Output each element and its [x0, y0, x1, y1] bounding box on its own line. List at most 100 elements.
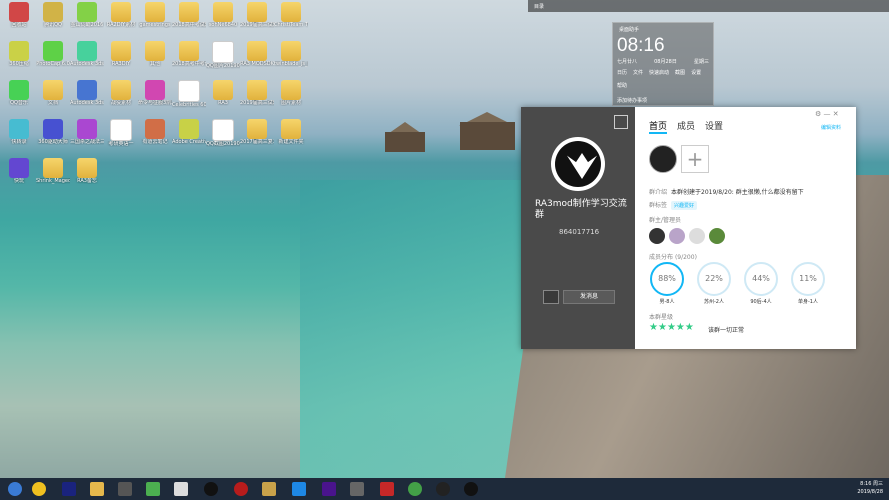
lunar-date: 七月廿八: [617, 59, 638, 65]
desktop-icon[interactable]: 2018高考中考试题研究: [172, 41, 206, 67]
desktop-icon[interactable]: 2017届高三复习研究: [240, 119, 274, 145]
tab-home[interactable]: 首页: [649, 119, 668, 134]
desktop-icon[interactable]: 图片素材: [274, 80, 308, 106]
tag-badge[interactable]: 兴趣爱好: [671, 201, 698, 210]
desktop-icon-label: 有道云笔记: [142, 139, 168, 145]
photoshop-icon[interactable]: [62, 482, 76, 496]
edit-profile-link[interactable]: 编辑资料: [821, 124, 841, 131]
desktop-icon[interactable]: 命令与征服3凯恩之怒: [138, 80, 172, 106]
desktop-icon[interactable]: 其他: [138, 41, 172, 67]
group-number: 864017716: [559, 228, 600, 236]
desktop-icon[interactable]: Autodesk 3ds Max建筑...: [70, 80, 104, 106]
desktop-icon[interactable]: 有道云笔记: [138, 119, 172, 145]
desktop-icon-label: 三国杀之战法三十人: [70, 139, 104, 145]
folder-icon: [43, 158, 63, 178]
taskbar-time: 8:16 周三: [860, 481, 883, 487]
browser-icon[interactable]: [32, 482, 46, 496]
widget-button-settings[interactable]: 设置: [691, 69, 701, 76]
app-icon[interactable]: [262, 482, 276, 496]
app-icon[interactable]: [174, 482, 188, 496]
topbar-label: 目录: [534, 4, 545, 10]
app-icon[interactable]: [408, 482, 422, 496]
tab-members[interactable]: 成员: [677, 119, 695, 134]
app-icon[interactable]: [380, 482, 394, 496]
app-icon[interactable]: [350, 482, 364, 496]
desktop-icon-label: 图片素材: [280, 100, 301, 106]
desktop-icon[interactable]: QQ图片20190815: [206, 41, 240, 69]
qq-icon[interactable]: [464, 482, 478, 496]
desktop-icon[interactable]: QQ音乐: [2, 80, 36, 106]
desktop-icon[interactable]: gamestrings: [138, 2, 172, 28]
app-icon[interactable]: [292, 482, 306, 496]
desktop-icon-label: QQ截图20190815: [206, 141, 240, 147]
desktop-icon[interactable]: Autodesk 3ds Max: [70, 41, 104, 67]
start-button[interactable]: [8, 482, 22, 496]
rating-note: 该群一切正常: [708, 327, 745, 334]
window-controls[interactable]: ⚙ — ✕: [815, 110, 839, 118]
group-photo[interactable]: [649, 145, 677, 173]
desktop-icon-label: 战役素材: [110, 100, 131, 106]
desktop-icon[interactable]: 2018高中考试题研究...: [172, 2, 206, 28]
terminal-icon[interactable]: [118, 482, 132, 496]
weekday: 星期三: [693, 59, 709, 65]
file-explorer-icon[interactable]: [90, 482, 104, 496]
premiere-icon[interactable]: [322, 482, 336, 496]
widget-button-calendar[interactable]: 日历: [617, 69, 627, 76]
tab-settings[interactable]: 设置: [705, 119, 723, 134]
folder-icon: [111, 41, 131, 61]
taskbar: 8:16 周三 2019/8/28: [0, 478, 889, 500]
desktop-icon[interactable]: 回收站: [2, 2, 36, 28]
avatar[interactable]: [709, 228, 725, 244]
group-avatar: [551, 137, 605, 191]
qq-icon[interactable]: [204, 482, 218, 496]
game-icon[interactable]: [234, 482, 248, 496]
desktop-icon[interactable]: 考研英语一: [104, 119, 138, 147]
desktop-icon[interactable]: 新建文件夹: [274, 119, 308, 145]
stat-age: 44% 90后-4人: [743, 262, 779, 305]
avatar[interactable]: [669, 228, 685, 244]
desktop-icon[interactable]: twinblade_js_beta: [274, 41, 308, 67]
desktop-icon[interactable]: sohNe6840: [206, 2, 240, 28]
share-icon[interactable]: [543, 290, 559, 304]
desktop-icon[interactable]: 快转录: [2, 119, 36, 145]
desktop-icon[interactable]: RA3 MODSDK: [240, 41, 274, 67]
desktop-icon[interactable]: 360压缩: [2, 41, 36, 67]
desktop-icon[interactable]: 2019届高三试题研究复习...: [240, 2, 274, 28]
desktop-icon[interactable]: RA3备忘: [70, 158, 104, 184]
stat-location: 22% 苏州-2人: [696, 262, 732, 305]
desktop-icon[interactable]: 战役素材: [104, 80, 138, 106]
desktop-icon[interactable]: QQ截图20190815: [206, 119, 240, 147]
qr-code-icon[interactable]: [614, 115, 628, 129]
add-photo-button[interactable]: +: [681, 145, 709, 173]
document-icon: [212, 41, 234, 63]
desktop-icon[interactable]: RA3DIY: [104, 41, 138, 67]
desktop-icon[interactable]: PhotoCap 6.0: [36, 41, 70, 67]
widget-button-help[interactable]: 帮助: [617, 82, 627, 89]
desktop-icon[interactable]: 2019届高三试题研究...: [240, 80, 274, 106]
desktop-icon[interactable]: 金山词霸2016: [70, 2, 104, 28]
app-icon[interactable]: [436, 482, 450, 496]
widget-add-todo[interactable]: 添加待办事项: [617, 97, 647, 104]
desktop-icon[interactable]: RA2DIY素材: [104, 2, 138, 28]
send-message-button[interactable]: 发消息: [563, 290, 615, 304]
desktop-icon[interactable]: Celebrities 6065529b: [172, 80, 206, 108]
taskbar-clock[interactable]: 8:16 周三 2019/8/28: [857, 480, 883, 496]
widget-button-quick-launch[interactable]: 快速启动: [649, 69, 669, 76]
desktop-icon[interactable]: 三国杀之战法三十人: [70, 119, 104, 145]
rating-label: 本群星级: [649, 314, 674, 321]
widget-button-file[interactable]: 文件: [633, 69, 643, 76]
folder-icon: [145, 41, 165, 61]
desktop-icon[interactable]: 文档: [36, 80, 70, 106]
avatar[interactable]: [689, 228, 705, 244]
desktop-icon[interactable]: 腾讯QQ: [36, 2, 70, 28]
avatar[interactable]: [649, 228, 665, 244]
widget-button-screenshot[interactable]: 截图: [675, 69, 685, 76]
desktop-icon[interactable]: 360驱动大师: [36, 119, 70, 145]
desktop-icon[interactable]: Shrink_Mageddon: [36, 158, 70, 184]
desktop-icon[interactable]: RA3: [206, 80, 240, 106]
folder-icon: [247, 41, 267, 61]
desktop-icon[interactable]: Adobe Creative Cloud: [172, 119, 206, 145]
iqiyi-icon[interactable]: [146, 482, 160, 496]
desktop-icon[interactable]: 快玩: [2, 158, 36, 184]
desktop-icon[interactable]: ChristiTeam The Worm: [274, 2, 308, 28]
